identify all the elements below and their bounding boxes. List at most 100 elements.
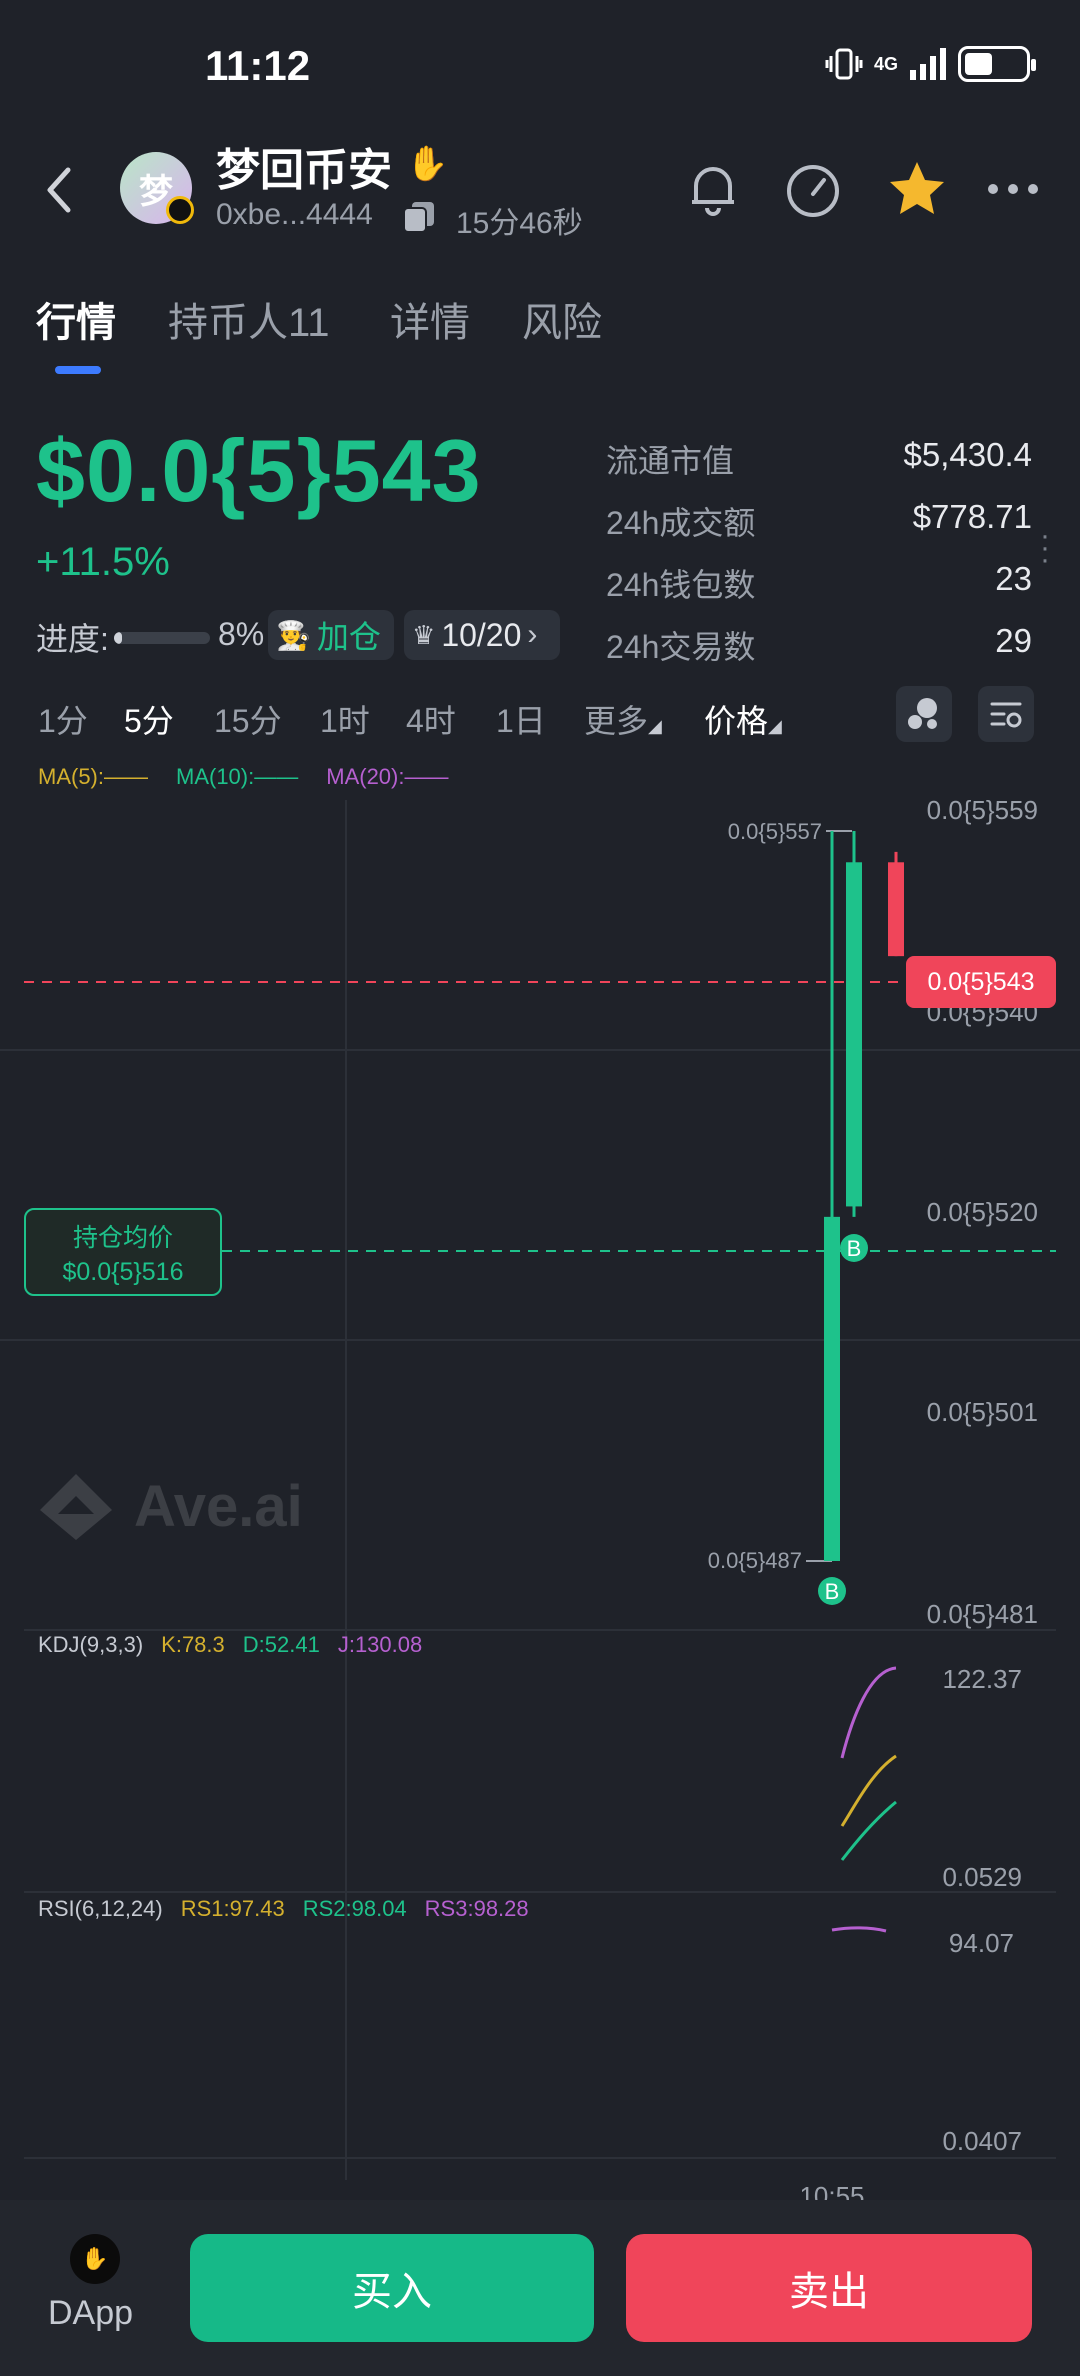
- y-axis-label: 0.0{5}501: [927, 1397, 1038, 1427]
- add-position-label: 加仓: [316, 619, 381, 655]
- rsi-rs3: RS3:98.28: [424, 1896, 529, 1921]
- back-icon[interactable]: [40, 160, 80, 220]
- bubble-tool-button[interactable]: [896, 686, 952, 742]
- kdj-k: K:78.3: [161, 1632, 225, 1657]
- vertical-more-icon[interactable]: · · ·: [1040, 521, 1050, 575]
- rank-button[interactable]: ♛ 10/20 ›: [404, 610, 560, 660]
- avg-cost-title: 持仓均价: [72, 1223, 173, 1252]
- buy-button[interactable]: 买入: [190, 2234, 594, 2342]
- timeframe-1m[interactable]: 1分: [38, 696, 88, 742]
- kdj-y-top: 122.37: [942, 1664, 1022, 1694]
- trade-marker[interactable]: B: [818, 1577, 846, 1605]
- y-axis-label: 0.0{5}559: [927, 795, 1038, 825]
- timeframe-1d[interactable]: 1日: [496, 696, 546, 742]
- kdj-d: D:52.41: [242, 1632, 320, 1657]
- bnb-chain-icon: [166, 196, 194, 224]
- chef-icon: 👨‍🍳: [276, 619, 311, 651]
- y-axis-label: 0.0{5}481: [927, 1599, 1038, 1629]
- token-name: 梦回币安: [216, 146, 392, 195]
- signal-icon: [910, 48, 946, 80]
- stat-value-wallets: 23: [995, 560, 1032, 597]
- low-price-label: 0.0{5}487: [708, 1548, 802, 1573]
- timeframe-5m[interactable]: 5分: [124, 696, 174, 742]
- stat-value-market-cap: $5,430.4: [903, 436, 1032, 473]
- stat-label-market-cap: 流通市值: [606, 443, 735, 479]
- watermark: Ave.ai: [36, 1470, 303, 1542]
- progress-fill: [114, 632, 122, 644]
- tab-indicator: [55, 366, 101, 374]
- token-age: 15分46秒: [456, 207, 583, 240]
- ave-logo-icon: [40, 1474, 112, 1540]
- kdj-j: J:130.08: [337, 1632, 423, 1657]
- current-price: $0.0{5}543: [36, 421, 482, 520]
- rsi-y-bottom: 0.0407: [942, 2126, 1022, 2156]
- trade-marker-label: B: [847, 1236, 862, 1261]
- trade-marker-label: B: [825, 1579, 840, 1604]
- high-price-label: 0.0{5}557: [728, 819, 822, 844]
- avg-cost-box: 持仓均价 $0.0{5}516: [24, 1208, 222, 1296]
- price-mode-label: 价格: [704, 703, 769, 739]
- timeframe-more[interactable]: 更多◢: [584, 696, 662, 742]
- stat-label-wallets: 24h钱包数: [606, 567, 756, 603]
- vibrate-icon: [825, 48, 863, 80]
- rsi-y-top: 94.07: [949, 1928, 1014, 1958]
- y-axis-label: 0.0{5}520: [927, 1197, 1038, 1227]
- tab-market[interactable]: 行情: [36, 290, 116, 348]
- settings-panel-icon: [990, 702, 1022, 728]
- x-axis-time-label: 10:55: [799, 2181, 864, 2200]
- kdj-header: KDJ(9,3,3) K:78.3 D:52.41 J:130.08: [38, 1632, 422, 1658]
- candle-body: [824, 1216, 840, 1561]
- dapp-icon[interactable]: ✋: [70, 2234, 120, 2284]
- settings-tool-button[interactable]: [978, 686, 1034, 742]
- tab-holders[interactable]: 持币人11: [168, 290, 330, 348]
- avg-cost-value: $0.0{5}516: [62, 1257, 184, 1286]
- stat-value-trades: 29: [995, 622, 1032, 659]
- battery-icon: [958, 46, 1036, 82]
- crown-icon: ♛: [412, 619, 436, 650]
- rank-value: 10/20: [441, 616, 522, 653]
- tab-details[interactable]: 详情: [390, 290, 470, 348]
- timeframe-15m[interactable]: 15分: [214, 696, 282, 742]
- kdj-y-bottom: 0.0529: [942, 1862, 1022, 1892]
- rsi-rs1: RS1:97.43: [180, 1896, 285, 1921]
- rsi-header: RSI(6,12,24) RS1:97.43 RS2:98.04 RS3:98.…: [38, 1896, 529, 1922]
- sell-button[interactable]: 卖出: [626, 2234, 1032, 2342]
- timeframe-4h[interactable]: 4时: [406, 696, 456, 742]
- candle-body: [846, 862, 862, 1207]
- rsi-rs2: RS2:98.04: [302, 1896, 407, 1921]
- stat-value-volume: $778.71: [912, 498, 1032, 535]
- progress-label: 进度:: [36, 621, 109, 657]
- price-change: +11.5%: [36, 540, 170, 584]
- tab-risk[interactable]: 风险: [522, 290, 602, 348]
- token-address: 0xbe...4444: [216, 198, 373, 231]
- star-icon[interactable]: [884, 156, 950, 222]
- rsi-title: RSI(6,12,24): [38, 1896, 163, 1921]
- gauge-icon[interactable]: [780, 156, 846, 222]
- stat-label-volume: 24h成交额: [606, 505, 756, 541]
- dropdown-triangle-icon: ◢: [648, 716, 662, 736]
- price-mode-select[interactable]: 价格◢: [704, 696, 782, 742]
- hand-icon: ✋: [406, 145, 449, 183]
- add-position-button[interactable]: 👨‍🍳 加仓: [268, 610, 394, 660]
- stat-label-trades: 24h交易数: [606, 629, 756, 665]
- bubbles-icon: [908, 698, 937, 729]
- chevron-right-icon: ›: [527, 618, 538, 651]
- candles: [824, 831, 904, 1561]
- rsi-lines: [831, 1926, 887, 1933]
- y-axis-labels: 0.0{5}559 0.0{5}540 0.0{5}520 0.0{5}501 …: [927, 795, 1038, 1629]
- progress-bar: [114, 632, 210, 644]
- bell-icon[interactable]: [680, 156, 746, 222]
- network-type: 4G: [873, 54, 898, 74]
- dropdown-triangle-icon: ◢: [768, 716, 782, 736]
- current-price-tag: 0.0{5}543: [906, 956, 1056, 1008]
- kdj-lines: [840, 1666, 897, 1861]
- dapp-label[interactable]: DApp: [48, 2294, 133, 2333]
- trade-marker[interactable]: B: [840, 1234, 868, 1262]
- timeframe-more-label: 更多: [584, 703, 649, 739]
- kdj-title: KDJ(9,3,3): [38, 1632, 144, 1657]
- watermark-text: Ave.ai: [134, 1473, 303, 1539]
- timeframe-1h[interactable]: 1时: [320, 696, 370, 742]
- more-icon[interactable]: [980, 156, 1046, 222]
- status-icons: 4G: [824, 46, 1036, 82]
- copy-icon[interactable]: [402, 200, 436, 234]
